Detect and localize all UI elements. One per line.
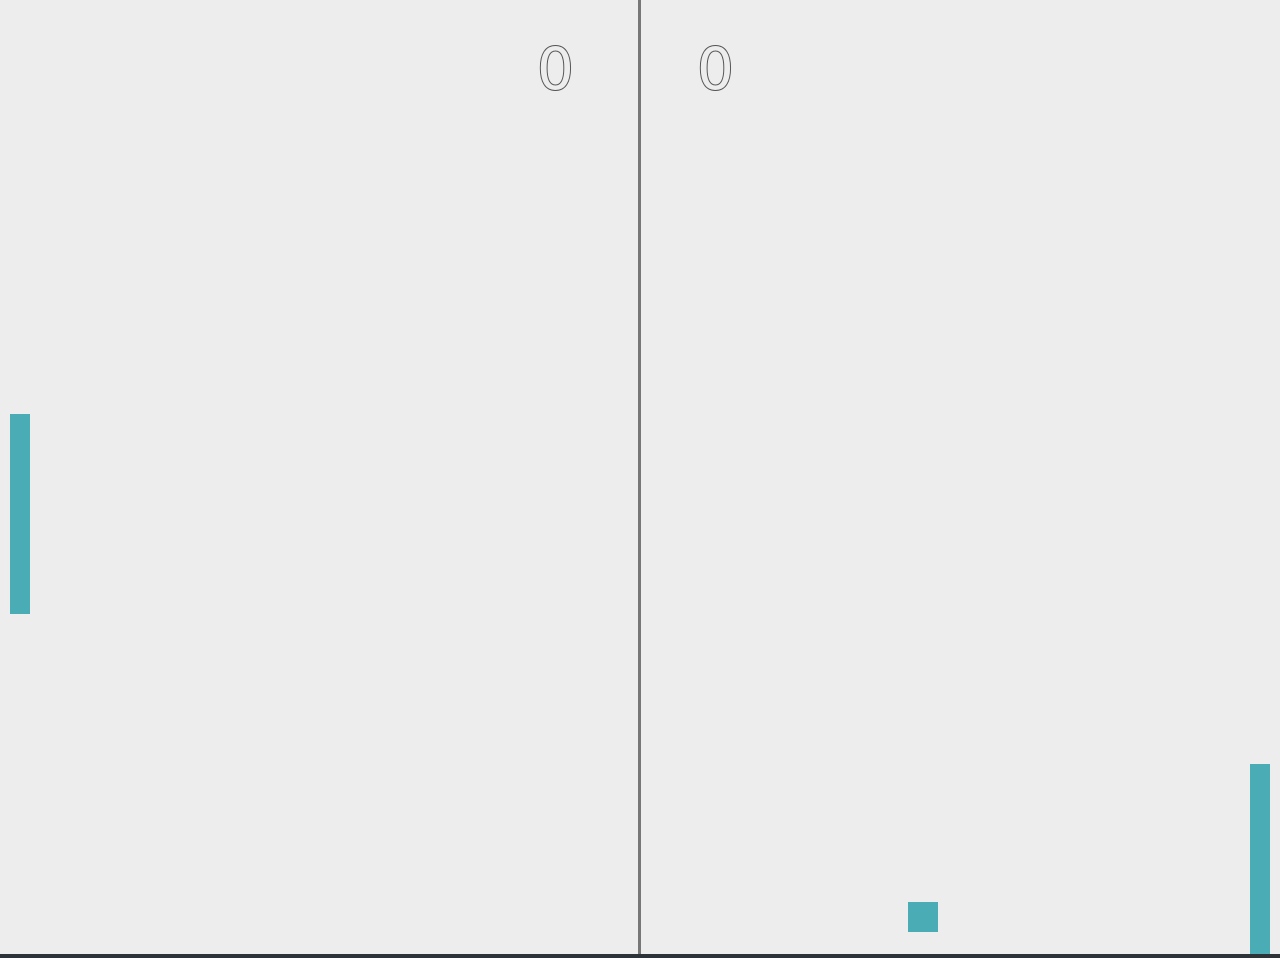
left-score: 0 xyxy=(536,35,575,103)
right-score: 0 xyxy=(696,35,735,103)
right-paddle[interactable] xyxy=(1250,764,1270,954)
bottom-border xyxy=(0,954,1280,958)
left-paddle[interactable] xyxy=(10,414,30,614)
ball xyxy=(908,902,938,932)
center-net xyxy=(638,0,641,954)
game-court[interactable]: 0 0 xyxy=(0,0,1280,954)
